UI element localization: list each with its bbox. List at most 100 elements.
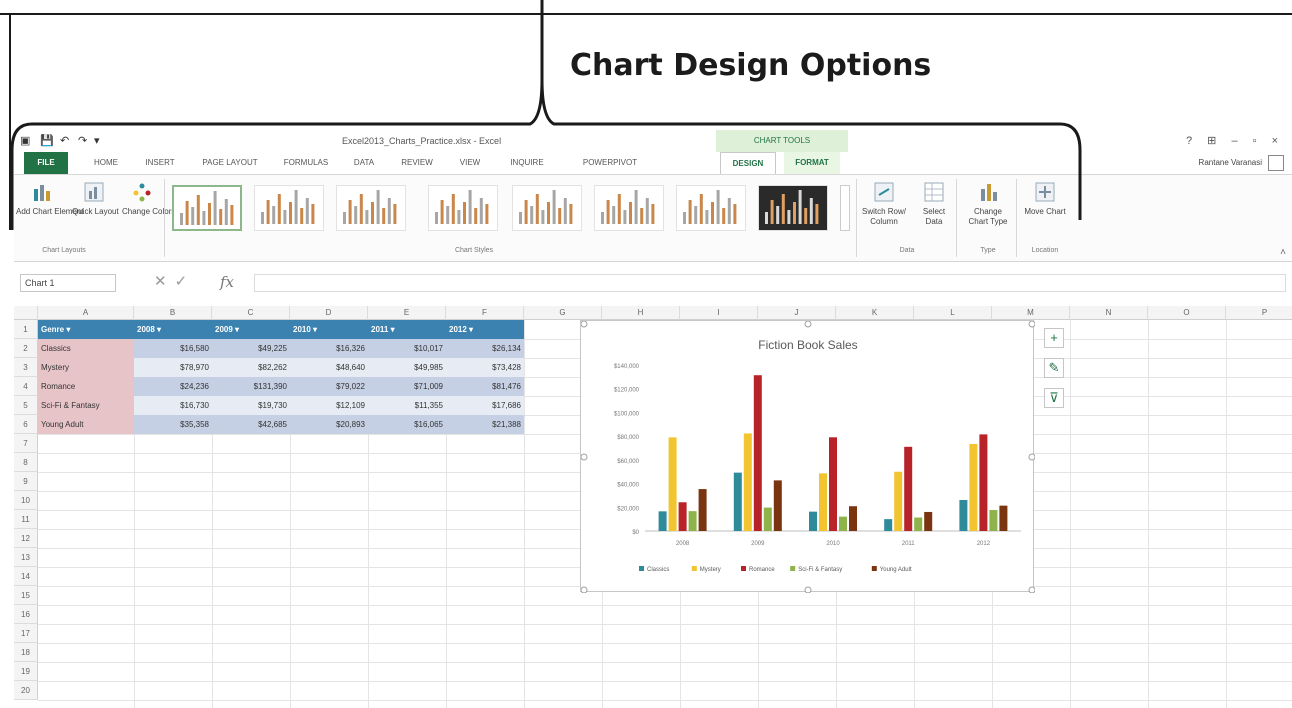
value-cell[interactable]: $16,730 (134, 396, 212, 415)
column-header-h[interactable]: H (602, 306, 680, 320)
row-header-20[interactable]: 20 (14, 681, 38, 700)
row-header-15[interactable]: 15 (14, 586, 38, 605)
value-cell[interactable]: $21,388 (446, 415, 524, 434)
collapse-ribbon-icon[interactable]: ˄ (1280, 247, 1286, 258)
column-header-a[interactable]: A (38, 306, 134, 320)
chart-elements-button[interactable]: + (1044, 328, 1064, 348)
column-header-c[interactable]: C (212, 306, 290, 320)
chart-area[interactable]: Fiction Book Sales $0 $20,000 $40,000 $60,00… (580, 320, 1035, 593)
genre-cell[interactable]: Sci-Fi & Fantasy (38, 396, 134, 415)
row-header-10[interactable]: 10 (14, 491, 38, 510)
avatar[interactable] (1268, 155, 1284, 171)
chart-style-2[interactable] (254, 185, 324, 231)
row-header-4[interactable]: 4 (14, 377, 38, 396)
tab-insert[interactable]: INSERT (138, 152, 182, 174)
row-header-13[interactable]: 13 (14, 548, 38, 567)
table-header-cell[interactable]: 2012 ▾ (446, 320, 524, 339)
quick-layout-button[interactable]: Quick Layout (72, 181, 119, 217)
select-all-corner[interactable] (14, 306, 38, 320)
table-header-cell[interactable]: 2008 ▾ (134, 320, 212, 339)
insert-function-icon[interactable]: fx (220, 273, 234, 291)
excel-logo-icon[interactable]: ▣ (20, 134, 30, 147)
column-header-d[interactable]: D (290, 306, 368, 320)
value-cell[interactable]: $131,390 (212, 377, 290, 396)
column-header-p[interactable]: P (1226, 306, 1292, 320)
tab-inquire[interactable]: INQUIRE (498, 152, 556, 174)
column-header-l[interactable]: L (914, 306, 992, 320)
chart-filters-button[interactable]: ⊽ (1044, 388, 1064, 408)
undo-icon[interactable]: ↶ (60, 134, 69, 147)
genre-cell[interactable]: Romance (38, 377, 134, 396)
value-cell[interactable]: $78,970 (134, 358, 212, 377)
row-header-17[interactable]: 17 (14, 624, 38, 643)
value-cell[interactable]: $35,358 (134, 415, 212, 434)
add-chart-element-button[interactable]: Add Chart Element (16, 181, 84, 217)
tab-format[interactable]: FORMAT (784, 152, 840, 174)
save-icon[interactable]: 💾 (40, 134, 54, 147)
row-header-2[interactable]: 2 (14, 339, 38, 358)
value-cell[interactable]: $26,134 (446, 339, 524, 358)
row-header-12[interactable]: 12 (14, 529, 38, 548)
tab-page-layout[interactable]: PAGE LAYOUT (194, 152, 266, 174)
value-cell[interactable]: $24,236 (134, 377, 212, 396)
value-cell[interactable]: $49,225 (212, 339, 290, 358)
row-header-18[interactable]: 18 (14, 643, 38, 662)
tab-view[interactable]: VIEW (450, 152, 490, 174)
column-header-g[interactable]: G (524, 306, 602, 320)
row-header-5[interactable]: 5 (14, 396, 38, 415)
row-header-9[interactable]: 9 (14, 472, 38, 491)
user-name[interactable]: Rantane Varanasi (1199, 158, 1262, 167)
row-header-19[interactable]: 19 (14, 662, 38, 681)
tab-home[interactable]: HOME (84, 152, 128, 174)
value-cell[interactable]: $16,065 (368, 415, 446, 434)
table-header-cell[interactable]: 2009 ▾ (212, 320, 290, 339)
column-header-j[interactable]: J (758, 306, 836, 320)
value-cell[interactable]: $73,428 (446, 358, 524, 377)
table-header-cell[interactable]: 2011 ▾ (368, 320, 446, 339)
value-cell[interactable]: $42,685 (212, 415, 290, 434)
tab-review[interactable]: REVIEW (392, 152, 442, 174)
column-header-n[interactable]: N (1070, 306, 1148, 320)
value-cell[interactable]: $49,985 (368, 358, 446, 377)
tab-design[interactable]: DESIGN (720, 152, 776, 174)
row-header-1[interactable]: 1 (14, 320, 38, 339)
customize-qat-icon[interactable]: ▾ (94, 134, 100, 147)
genre-cell[interactable]: Mystery (38, 358, 134, 377)
cancel-enter-icons[interactable]: ✕✓ (154, 272, 195, 290)
chart-styles-button[interactable]: ✎ (1044, 358, 1064, 378)
value-cell[interactable]: $10,017 (368, 339, 446, 358)
row-header-6[interactable]: 6 (14, 415, 38, 434)
value-cell[interactable]: $71,009 (368, 377, 446, 396)
value-cell[interactable]: $12,109 (290, 396, 368, 415)
table-header-cell[interactable]: Genre ▾ (38, 320, 134, 339)
chart-style-4[interactable] (428, 185, 498, 231)
chart-style-7[interactable] (676, 185, 746, 231)
chart-style-5[interactable] (512, 185, 582, 231)
value-cell[interactable]: $82,262 (212, 358, 290, 377)
row-header-11[interactable]: 11 (14, 510, 38, 529)
table-header-cell[interactable]: 2010 ▾ (290, 320, 368, 339)
chart-style-1[interactable] (172, 185, 242, 231)
gallery-scroll[interactable] (840, 185, 850, 231)
select-data-button[interactable]: Select Data (916, 181, 952, 227)
name-box[interactable]: Chart 1 (20, 274, 116, 292)
row-header-3[interactable]: 3 (14, 358, 38, 377)
value-cell[interactable]: $11,355 (368, 396, 446, 415)
row-header-14[interactable]: 14 (14, 567, 38, 586)
tab-powerpivot[interactable]: POWERPIVOT (570, 152, 650, 174)
value-cell[interactable]: $81,476 (446, 377, 524, 396)
value-cell[interactable]: $17,686 (446, 396, 524, 415)
genre-cell[interactable]: Young Adult (38, 415, 134, 434)
tab-data[interactable]: DATA (344, 152, 384, 174)
tab-formulas[interactable]: FORMULAS (276, 152, 336, 174)
column-header-b[interactable]: B (134, 306, 212, 320)
change-chart-type-button[interactable]: Change Chart Type (964, 181, 1012, 227)
chart-style-3[interactable] (336, 185, 406, 231)
column-header-f[interactable]: F (446, 306, 524, 320)
worksheet-grid[interactable]: ABCDEFGHIJKLMNOPQRS123456789101112131415… (14, 306, 1292, 708)
switch-row-column-button[interactable]: Switch Row/ Column (860, 181, 908, 227)
column-header-e[interactable]: E (368, 306, 446, 320)
value-cell[interactable]: $79,022 (290, 377, 368, 396)
column-header-k[interactable]: K (836, 306, 914, 320)
value-cell[interactable]: $19,730 (212, 396, 290, 415)
